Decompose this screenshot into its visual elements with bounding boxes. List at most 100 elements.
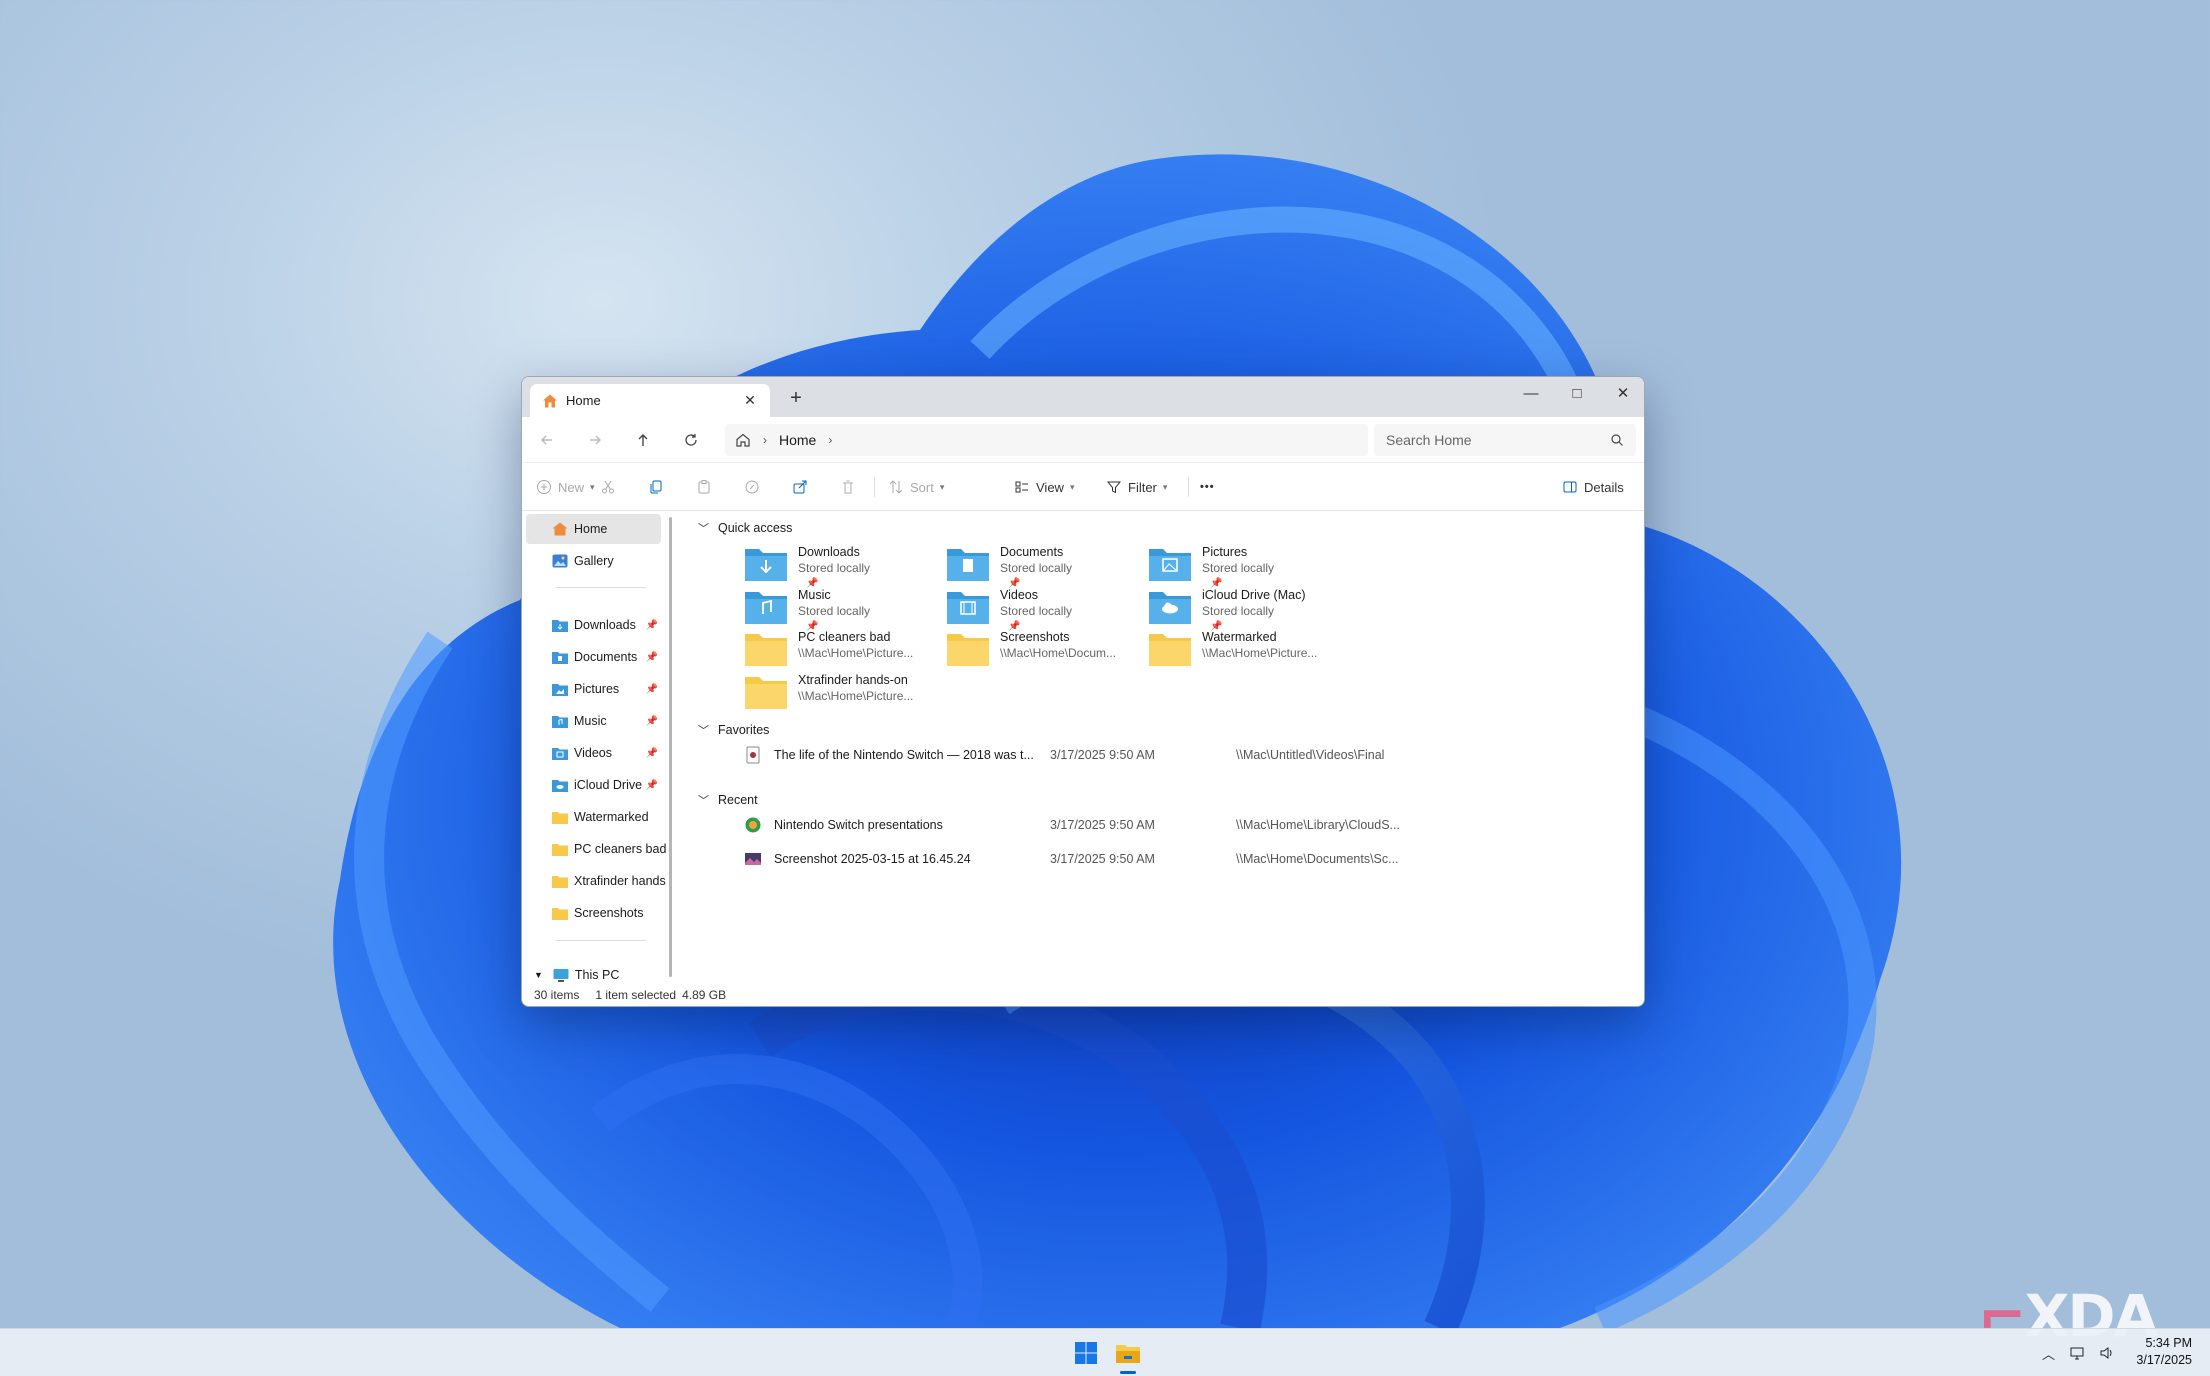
sidebar-item-watermarked[interactable]: Watermarked [526,802,661,832]
list-item[interactable]: The life of the Nintendo Switch — 2018 w… [744,741,1644,769]
section-favorites[interactable]: ﹀ Favorites [698,722,769,738]
sidebar-item-xtrafinder[interactable]: Xtrafinder hands [526,866,666,896]
section-recent[interactable]: ﹀ Recent [698,792,758,808]
sidebar-scrollbar[interactable] [669,517,672,977]
file-name: Nintendo Switch presentations [774,818,943,832]
pin-icon: 📌 [645,683,658,695]
videos-folder-icon [947,592,989,624]
minimize-button[interactable]: — [1508,377,1554,409]
sidebar-item-videos[interactable]: Videos 📌 [526,738,661,768]
sidebar-item-documents[interactable]: Documents 📌 [526,642,661,672]
breadcrumb-home[interactable]: Home [779,432,816,448]
new-button[interactable]: New ▾ [536,472,595,502]
sort-icon [889,480,903,494]
cut-button[interactable] [600,472,616,502]
item-name: Pictures [1202,545,1248,559]
refresh-icon [685,434,697,446]
share-button[interactable] [792,472,808,502]
folder-icon [552,844,568,856]
forward-button[interactable] [580,425,610,455]
file-date: 3/17/2025 9:50 AM [1050,852,1155,866]
back-button[interactable] [532,425,562,455]
refresh-button[interactable] [676,425,706,455]
item-name: Videos [1000,588,1038,602]
new-tab-button[interactable]: + [782,386,810,410]
quick-access-item[interactable]: Xtrafinder hands-on \\Mac\Home\Picture... [744,672,1014,728]
trash-icon [843,480,853,494]
item-subtitle: \\Mac\Home\Picture... [1202,646,1318,660]
sidebar-item-label: Gallery [574,554,614,568]
view-button[interactable]: View ▾ [1014,472,1074,502]
chevron-down-icon[interactable]: ﹀ [698,520,718,536]
quick-access-item[interactable]: Watermarked \\Mac\Home\Picture... [1148,629,1418,685]
section-title: Recent [718,793,758,807]
network-icon[interactable] [2069,1345,2085,1361]
rename-button[interactable] [744,472,760,502]
pictures-folder-icon [552,684,568,696]
tab-home[interactable]: Home ✕ [530,384,770,417]
sidebar-item-icloud-drive[interactable]: iCloud Drive 📌 [526,770,661,800]
sidebar-item-label: Watermarked [574,810,649,824]
search-box[interactable]: Search Home [1374,424,1636,456]
folder-icon [947,634,989,666]
plus-circle-icon [537,480,551,494]
filter-icon [1106,481,1122,494]
sidebar-item-pc-cleaners-bad[interactable]: PC cleaners bad [526,834,666,864]
chevron-right-icon[interactable]: › [828,433,832,447]
chevron-down-icon[interactable]: ▼ [534,970,543,980]
file-explorer-window: Home ✕ + — □ ✕ › Home › Search Home New … [521,376,1645,1007]
item-name: Documents [1000,545,1064,559]
chevron-down-icon: ▾ [1069,481,1075,492]
sidebar-item-label: Xtrafinder hands [574,874,666,888]
chevron-down-icon[interactable]: ﹀ [698,792,718,808]
view-label: View [1036,479,1064,495]
start-button[interactable] [1068,1329,1104,1376]
delete-button[interactable] [840,472,856,502]
up-button[interactable] [628,425,658,455]
details-button[interactable]: Details [1562,472,1624,502]
search-input[interactable]: Search Home [1386,432,1472,448]
volume-icon[interactable] [2099,1345,2115,1361]
details-label: Details [1584,479,1624,495]
system-tray[interactable]: ︿ [2042,1329,2115,1376]
file-explorer-taskbar-button[interactable] [1110,1329,1146,1376]
close-window-button[interactable]: ✕ [1600,377,1644,409]
chevron-up-icon[interactable]: ︿ [2042,1344,2055,1363]
chevron-down-icon: ▾ [590,481,595,492]
sidebar-item-music[interactable]: Music 📌 [526,706,661,736]
section-quick-access[interactable]: ﹀ Quick access [698,520,792,536]
maximize-button[interactable]: □ [1554,377,1600,409]
close-tab-icon[interactable]: ✕ [738,392,762,409]
item-count: 30 items [534,988,580,1002]
arrow-right-icon [590,435,601,445]
image-file-icon [745,853,761,865]
chevron-down-icon[interactable]: ﹀ [698,722,718,738]
sidebar-item-pictures[interactable]: Pictures 📌 [526,674,661,704]
list-item[interactable]: Nintendo Switch presentations 3/17/2025 … [744,811,1644,839]
more-options-button[interactable]: ••• [1200,472,1215,502]
sidebar-item-home[interactable]: Home [526,514,661,544]
copy-button[interactable] [648,472,664,502]
sidebar-item-label: PC cleaners bad [574,842,667,856]
sidebar-item-gallery[interactable]: Gallery [526,546,661,576]
paste-button[interactable] [696,472,712,502]
sidebar-item-screenshots[interactable]: Screenshots [526,898,661,928]
pc-icon [553,969,569,982]
paste-icon [698,480,710,494]
clock[interactable]: 5:34 PM 3/17/2025 [2136,1335,2192,1369]
sidebar-item-label: iCloud Drive [574,778,643,792]
downloads-folder-icon [745,549,787,581]
sidebar-item-label: Home [574,522,608,536]
item-name: Downloads [798,545,860,559]
filter-button[interactable]: Filter ▾ [1106,472,1167,502]
file-date: 3/17/2025 9:50 AM [1050,748,1155,762]
list-item[interactable]: Screenshot 2025-03-15 at 16.45.24 3/17/2… [744,845,1644,873]
sort-button[interactable]: Sort ▾ [888,472,944,502]
address-bar[interactable]: › Home › [725,424,1368,456]
music-folder-icon [552,716,568,728]
icloud-folder-icon [552,780,568,792]
file-location: \\Mac\Home\Documents\Sc... [1236,852,1399,866]
content-pane: ﹀ Quick access Downloads Stored locally 📌 D… [682,512,1644,982]
sidebar-item-downloads[interactable]: Downloads 📌 [526,610,661,640]
item-subtitle: \\Mac\Home\Picture... [798,646,914,660]
